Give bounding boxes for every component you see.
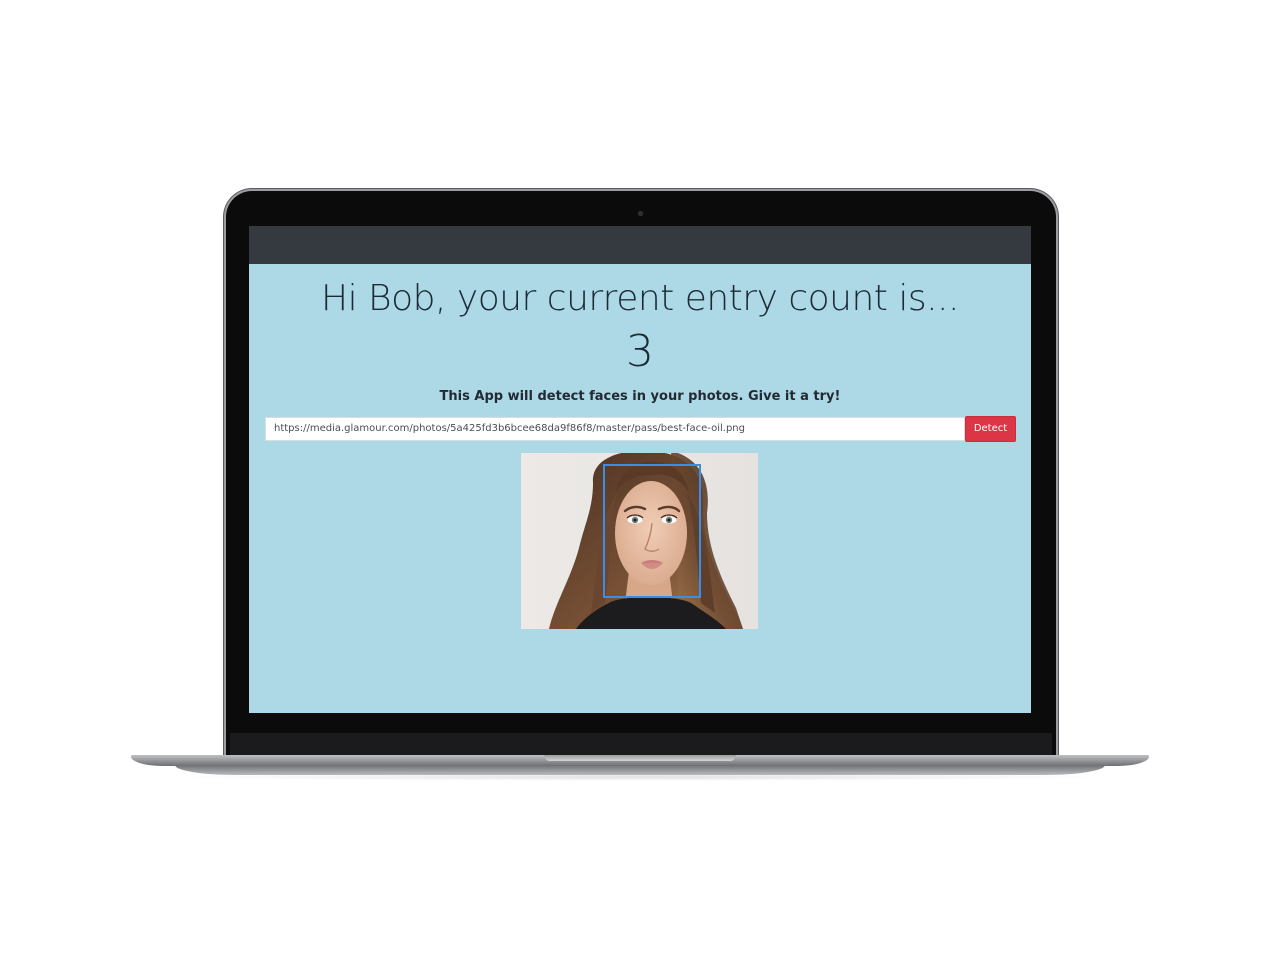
greeting-heading: Hi Bob, your current entry count is...	[321, 278, 959, 319]
navbar	[249, 226, 1031, 264]
app-tagline: This App will detect faces in your photo…	[439, 389, 841, 404]
app-screen: Hi Bob, your current entry count is... 3…	[249, 226, 1031, 713]
device-mockup: Hi Bob, your current entry count is... 3…	[0, 0, 1280, 960]
image-url-input[interactable]: https://media.glamour.com/photos/5a425fd…	[265, 417, 965, 441]
detect-button[interactable]: Detect	[965, 416, 1016, 442]
webcam-icon	[638, 211, 643, 216]
face-bounding-box	[603, 464, 701, 598]
detected-photo	[521, 453, 758, 629]
laptop-bezel-bottom	[230, 733, 1052, 755]
entry-count: 3	[626, 326, 654, 377]
laptop-hinge-notch	[544, 755, 736, 761]
laptop-base-underside	[175, 765, 1105, 775]
